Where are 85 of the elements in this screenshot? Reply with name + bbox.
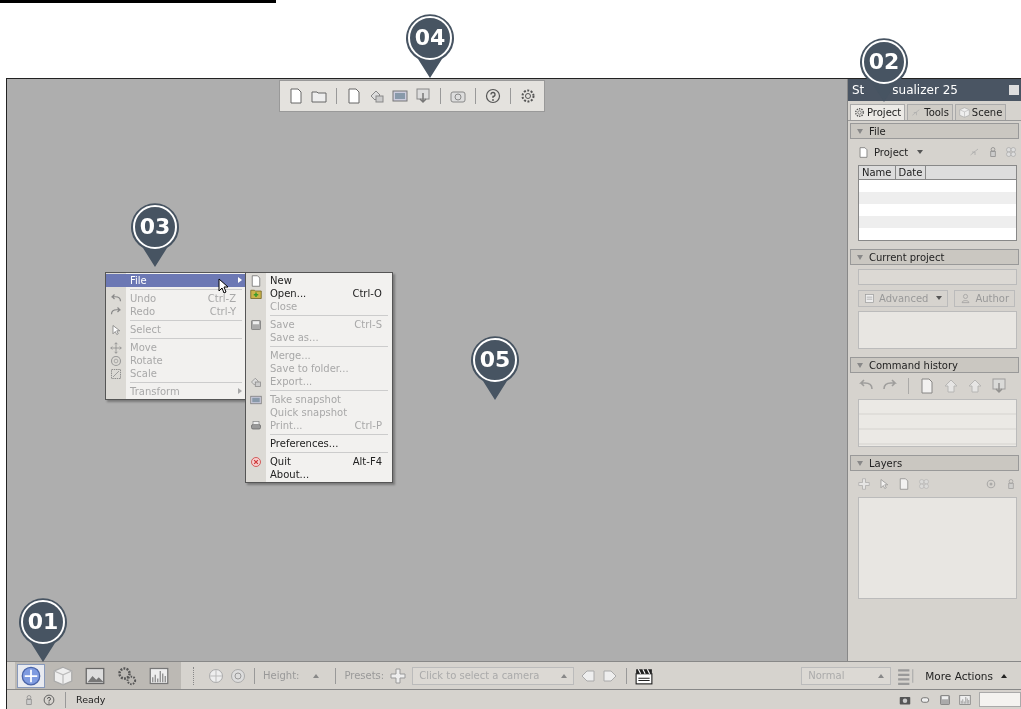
document-icon[interactable] xyxy=(346,88,362,104)
presets-label: Presets: xyxy=(344,670,385,682)
scale-icon xyxy=(110,367,122,380)
previous-icon[interactable] xyxy=(580,667,597,684)
top-arrow-icon[interactable] xyxy=(967,378,983,394)
download-icon[interactable] xyxy=(415,88,431,104)
section-header[interactable]: Layers xyxy=(850,455,1019,471)
up-arrow-icon[interactable] xyxy=(943,378,959,394)
form-icon xyxy=(864,292,875,304)
screen-icon xyxy=(250,393,262,406)
document-icon xyxy=(858,146,869,158)
next-icon[interactable] xyxy=(602,667,619,684)
save-icon[interactable] xyxy=(939,693,951,706)
callout-pin: 04 xyxy=(404,12,456,80)
clapperboard-icon[interactable] xyxy=(635,666,654,685)
panel-title: St xyxy=(852,83,865,97)
cube-icon xyxy=(958,107,970,118)
save-icon xyxy=(250,318,262,331)
help-icon[interactable] xyxy=(43,693,55,706)
menu-item[interactable]: Open... Ctrl-O xyxy=(246,287,392,300)
person-icon xyxy=(960,292,972,304)
gear-icon xyxy=(854,107,865,118)
column-header[interactable]: Date xyxy=(895,166,927,179)
notes-text-area[interactable] xyxy=(858,311,1017,349)
add-icon[interactable] xyxy=(390,667,407,684)
chart-icon[interactable] xyxy=(959,693,971,706)
document-icon xyxy=(250,274,262,287)
copy-icon[interactable] xyxy=(898,478,910,490)
section-header[interactable]: Command history xyxy=(850,357,1019,373)
cube-icon xyxy=(53,665,73,686)
clover-icon[interactable] xyxy=(918,478,930,490)
add-icon[interactable] xyxy=(858,478,870,490)
camera-icon[interactable] xyxy=(450,88,466,104)
advanced-dropdown[interactable]: Advanced xyxy=(858,289,949,307)
menu-item[interactable]: Preferences... xyxy=(246,437,392,450)
new-document-icon[interactable] xyxy=(288,88,304,104)
cursor-icon[interactable] xyxy=(878,478,890,490)
menu-item[interactable]: New xyxy=(246,274,392,287)
lock-icon[interactable] xyxy=(1005,478,1017,490)
globe-icon[interactable] xyxy=(208,667,224,684)
callout-pin: 01 xyxy=(17,596,69,664)
move-icon xyxy=(110,341,122,354)
down-arrow-icon[interactable] xyxy=(991,378,1007,394)
reset-icon[interactable] xyxy=(230,667,246,684)
folder-icon[interactable] xyxy=(311,88,327,104)
menu-item[interactable]: Quit Alt-F4 xyxy=(246,455,392,468)
section-header[interactable]: Current project xyxy=(850,249,1019,265)
document-icon[interactable] xyxy=(919,378,935,394)
author-button[interactable]: Author xyxy=(954,289,1016,307)
callout-pin: 03 xyxy=(129,201,181,269)
printer-icon xyxy=(250,419,262,432)
menu-item[interactable]: File xyxy=(106,274,246,287)
menu-item[interactable]: About... xyxy=(246,468,392,481)
project-dropdown[interactable]: Project xyxy=(858,146,924,158)
height-label: Height: xyxy=(263,670,300,682)
eye-icon[interactable] xyxy=(985,478,997,490)
mode-button[interactable] xyxy=(17,663,45,688)
list-icon[interactable] xyxy=(897,666,916,685)
rotate-icon xyxy=(110,354,122,367)
cursor-icon xyxy=(110,323,122,336)
panel-title: sualizer 25 xyxy=(892,83,958,97)
section-header[interactable]: File xyxy=(850,123,1019,139)
navigate-icon xyxy=(21,665,41,686)
shapes-icon xyxy=(250,375,262,388)
callout-pin: 05 xyxy=(469,334,521,402)
picture-icon xyxy=(85,665,105,686)
open-folder-icon xyxy=(250,287,262,300)
column-header[interactable]: Name xyxy=(859,166,896,179)
clover-icon[interactable] xyxy=(1005,146,1017,158)
status-field[interactable] xyxy=(979,692,1021,708)
gears-icon xyxy=(117,665,137,686)
project-name-field[interactable] xyxy=(858,269,1017,285)
shapes-icon[interactable] xyxy=(369,88,385,104)
mouse-cursor-icon xyxy=(218,278,230,294)
screen-icon[interactable] xyxy=(392,88,408,104)
help-icon[interactable] xyxy=(485,88,501,104)
quit-icon xyxy=(250,455,262,468)
status-message: Ready xyxy=(76,694,106,706)
settings-icon[interactable] xyxy=(520,88,536,104)
chart-icon xyxy=(149,665,169,686)
more-actions-button[interactable]: More Actions xyxy=(921,669,1017,682)
panel-tab[interactable]: Scene xyxy=(954,104,1007,120)
panel-tab[interactable]: Project xyxy=(850,104,906,120)
panel-tab[interactable]: Tools xyxy=(907,104,953,120)
spin-up-arrow[interactable] xyxy=(313,673,320,678)
